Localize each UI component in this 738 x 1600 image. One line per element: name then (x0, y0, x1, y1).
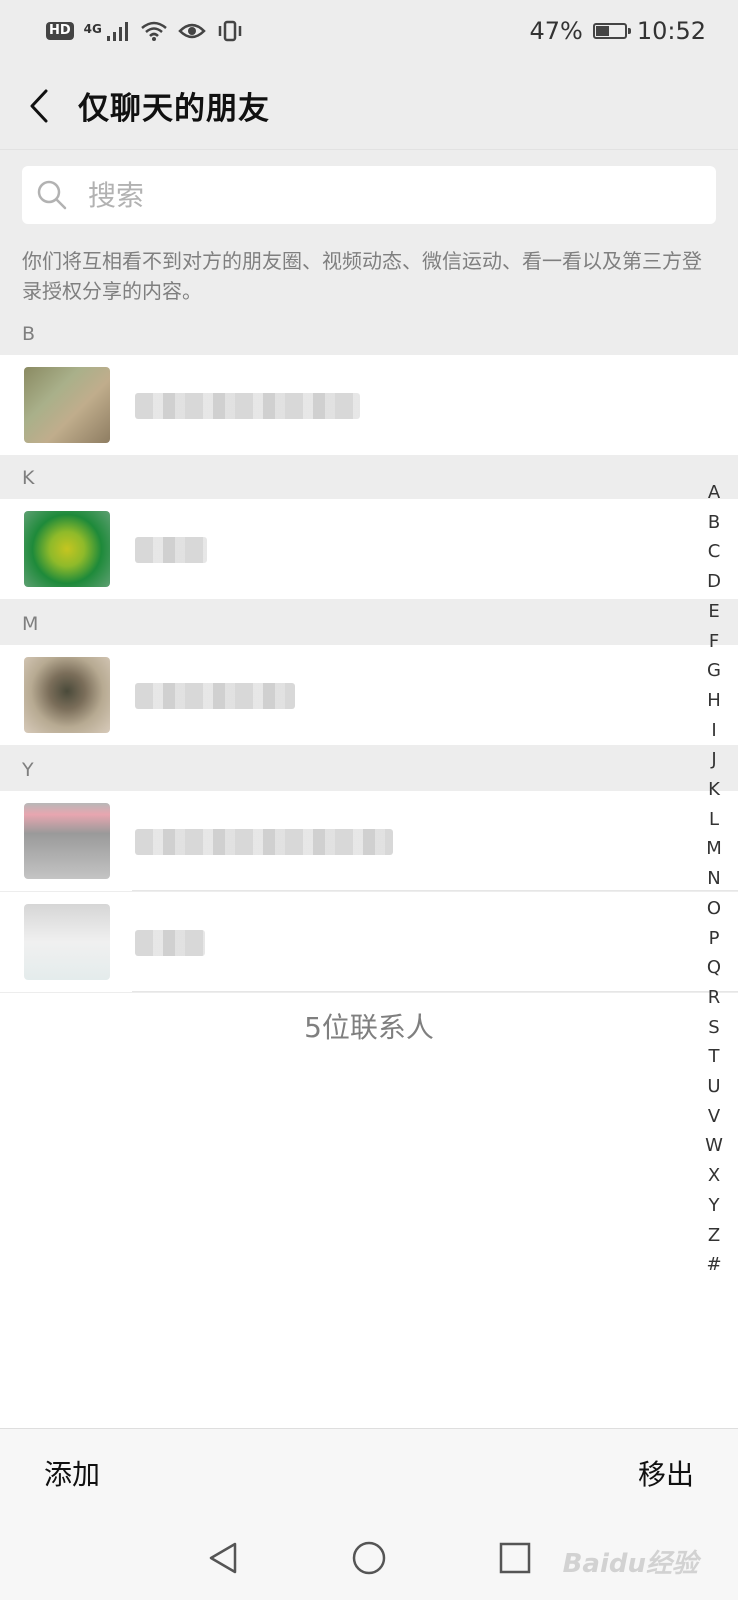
vibrate-icon (218, 20, 242, 42)
clock: 10:52 (636, 17, 706, 45)
privacy-notice: 你们将互相看不到对方的朋友圈、视频动态、微信运动、看一看以及第三方登录授权分享的… (22, 249, 702, 303)
section-letter: K (22, 467, 35, 489)
page-title: 仅聊天的朋友 (78, 91, 270, 127)
status-left: HD 4G (46, 20, 244, 42)
index-letter-hash[interactable]: # (696, 1250, 732, 1280)
index-letter-w[interactable]: W (696, 1131, 732, 1161)
search-box[interactable] (22, 166, 716, 224)
index-letter-r[interactable]: R (696, 983, 732, 1013)
index-letter-n[interactable]: N (696, 864, 732, 894)
avatar (24, 803, 110, 879)
index-letter-t[interactable]: T (696, 1042, 732, 1072)
index-letter-l[interactable]: L (696, 805, 732, 835)
contact-row[interactable] (0, 499, 738, 599)
battery-percent: 47% (529, 17, 583, 45)
index-letter-m[interactable]: M (696, 834, 732, 864)
add-button[interactable]: 添加 (44, 1453, 100, 1493)
contact-count: 5位联系人 (304, 1011, 434, 1044)
avatar (24, 367, 110, 443)
index-letter-c[interactable]: C (696, 537, 732, 567)
alphabet-index-bar[interactable]: A B C D E F G H I J K L M N O P Q R S T U V W X Y Z # (696, 478, 732, 1280)
contact-name-redacted (135, 683, 295, 709)
avatar (24, 511, 110, 587)
index-letter-a[interactable]: A (696, 478, 732, 508)
index-letter-v[interactable]: V (696, 1102, 732, 1132)
index-letter-b[interactable]: B (696, 508, 732, 538)
index-letter-i[interactable]: I (696, 716, 732, 746)
triangle-back-icon[interactable] (205, 1540, 241, 1576)
index-letter-h[interactable]: H (696, 686, 732, 716)
status-right: 47% 10:52 (529, 17, 706, 45)
index-letter-d[interactable]: D (696, 567, 732, 597)
battery-fill (595, 26, 609, 36)
index-letter-o[interactable]: O (696, 894, 732, 924)
contact-row[interactable] (0, 892, 738, 992)
row-divider (132, 991, 738, 992)
index-letter-g[interactable]: G (696, 656, 732, 686)
index-letter-q[interactable]: Q (696, 953, 732, 983)
contact-name-redacted (135, 393, 360, 419)
system-nav-bar: Baidu经验 (0, 1516, 738, 1600)
back-button[interactable] (4, 62, 74, 150)
battery-icon (592, 23, 631, 39)
signal-icon (106, 22, 128, 41)
index-letter-s[interactable]: S (696, 1013, 732, 1043)
contact-row[interactable] (0, 791, 738, 891)
hd-badge: HD (46, 22, 74, 40)
section-header-m: M (0, 603, 738, 645)
section-letter: M (22, 613, 39, 635)
index-letter-y[interactable]: Y (696, 1191, 732, 1221)
status-bar: HD 4G 47% 10:52 (0, 0, 738, 62)
index-letter-u[interactable]: U (696, 1072, 732, 1102)
bottom-action-bar: 添加 移出 (0, 1428, 738, 1516)
title-bar: 仅聊天的朋友 (0, 62, 738, 150)
contact-name-redacted (135, 930, 205, 956)
section-header-k: K (0, 457, 738, 499)
section-header-y: Y (0, 749, 738, 791)
index-letter-j[interactable]: J (696, 745, 732, 775)
section-letter: B (22, 323, 36, 345)
contact-name-redacted (135, 537, 207, 563)
index-letter-f[interactable]: F (696, 627, 732, 657)
circle-home-icon[interactable] (351, 1540, 387, 1576)
index-letter-e[interactable]: E (696, 597, 732, 627)
index-letter-x[interactable]: X (696, 1161, 732, 1191)
search-input[interactable] (86, 177, 650, 213)
search-icon (37, 180, 67, 210)
wifi-icon (141, 21, 167, 41)
contact-name-redacted (135, 829, 393, 855)
chevron-left-icon (30, 89, 48, 122)
list-footer (0, 993, 738, 1428)
remove-button[interactable]: 移出 (638, 1453, 694, 1493)
contact-row[interactable] (0, 645, 738, 745)
section-header-b: B (0, 313, 738, 355)
contact-row[interactable] (0, 355, 738, 455)
avatar (24, 904, 110, 980)
eye-icon (178, 23, 206, 39)
row-divider (132, 890, 738, 891)
section-letter: Y (22, 759, 34, 781)
index-letter-z[interactable]: Z (696, 1221, 732, 1251)
square-recents-icon[interactable] (497, 1540, 533, 1576)
network-type: 4G (83, 22, 102, 36)
index-letter-k[interactable]: K (696, 775, 732, 805)
watermark: Baidu经验 (562, 1549, 698, 1579)
index-letter-p[interactable]: P (696, 924, 732, 954)
avatar (24, 657, 110, 733)
